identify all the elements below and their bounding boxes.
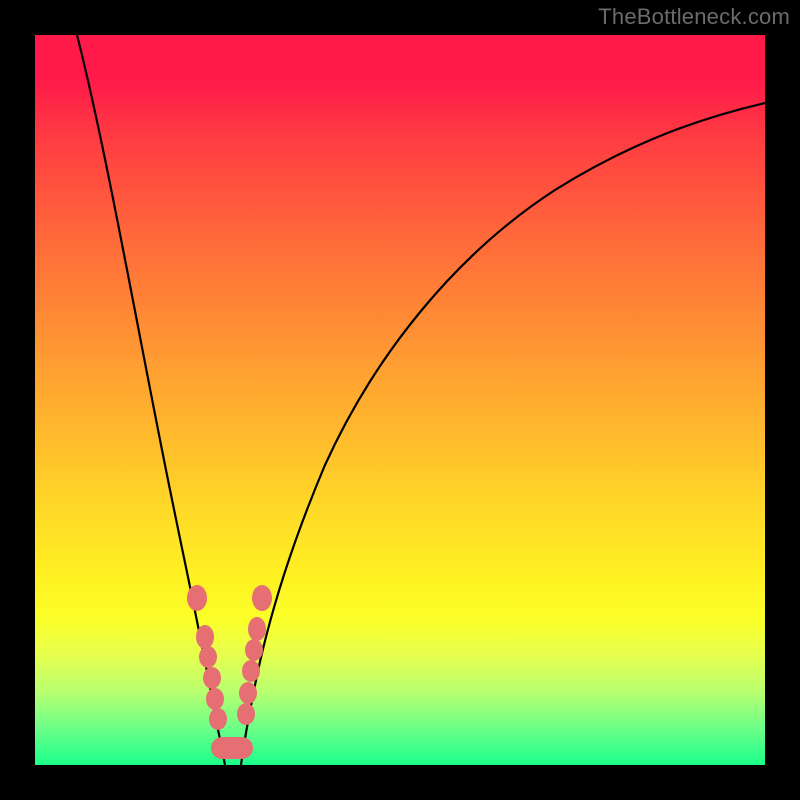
marker-left-2 bbox=[196, 625, 214, 649]
marker-right-2 bbox=[248, 617, 266, 641]
marker-left-6 bbox=[209, 708, 227, 730]
marker-left-4 bbox=[203, 667, 221, 689]
marker-right-1 bbox=[252, 585, 272, 611]
marker-right-4 bbox=[242, 660, 260, 682]
marker-bottom-pill bbox=[211, 737, 253, 759]
right-curve bbox=[241, 103, 765, 765]
watermark-text: TheBottleneck.com bbox=[598, 4, 790, 30]
chart-plot-area bbox=[35, 35, 765, 765]
marker-right-6 bbox=[237, 703, 255, 725]
chart-frame: TheBottleneck.com bbox=[0, 0, 800, 800]
marker-left-5 bbox=[206, 688, 224, 710]
chart-svg bbox=[35, 35, 765, 765]
marker-right-3 bbox=[245, 639, 263, 661]
marker-right-5 bbox=[239, 682, 257, 704]
marker-left-1 bbox=[187, 585, 207, 611]
marker-left-3 bbox=[199, 646, 217, 668]
